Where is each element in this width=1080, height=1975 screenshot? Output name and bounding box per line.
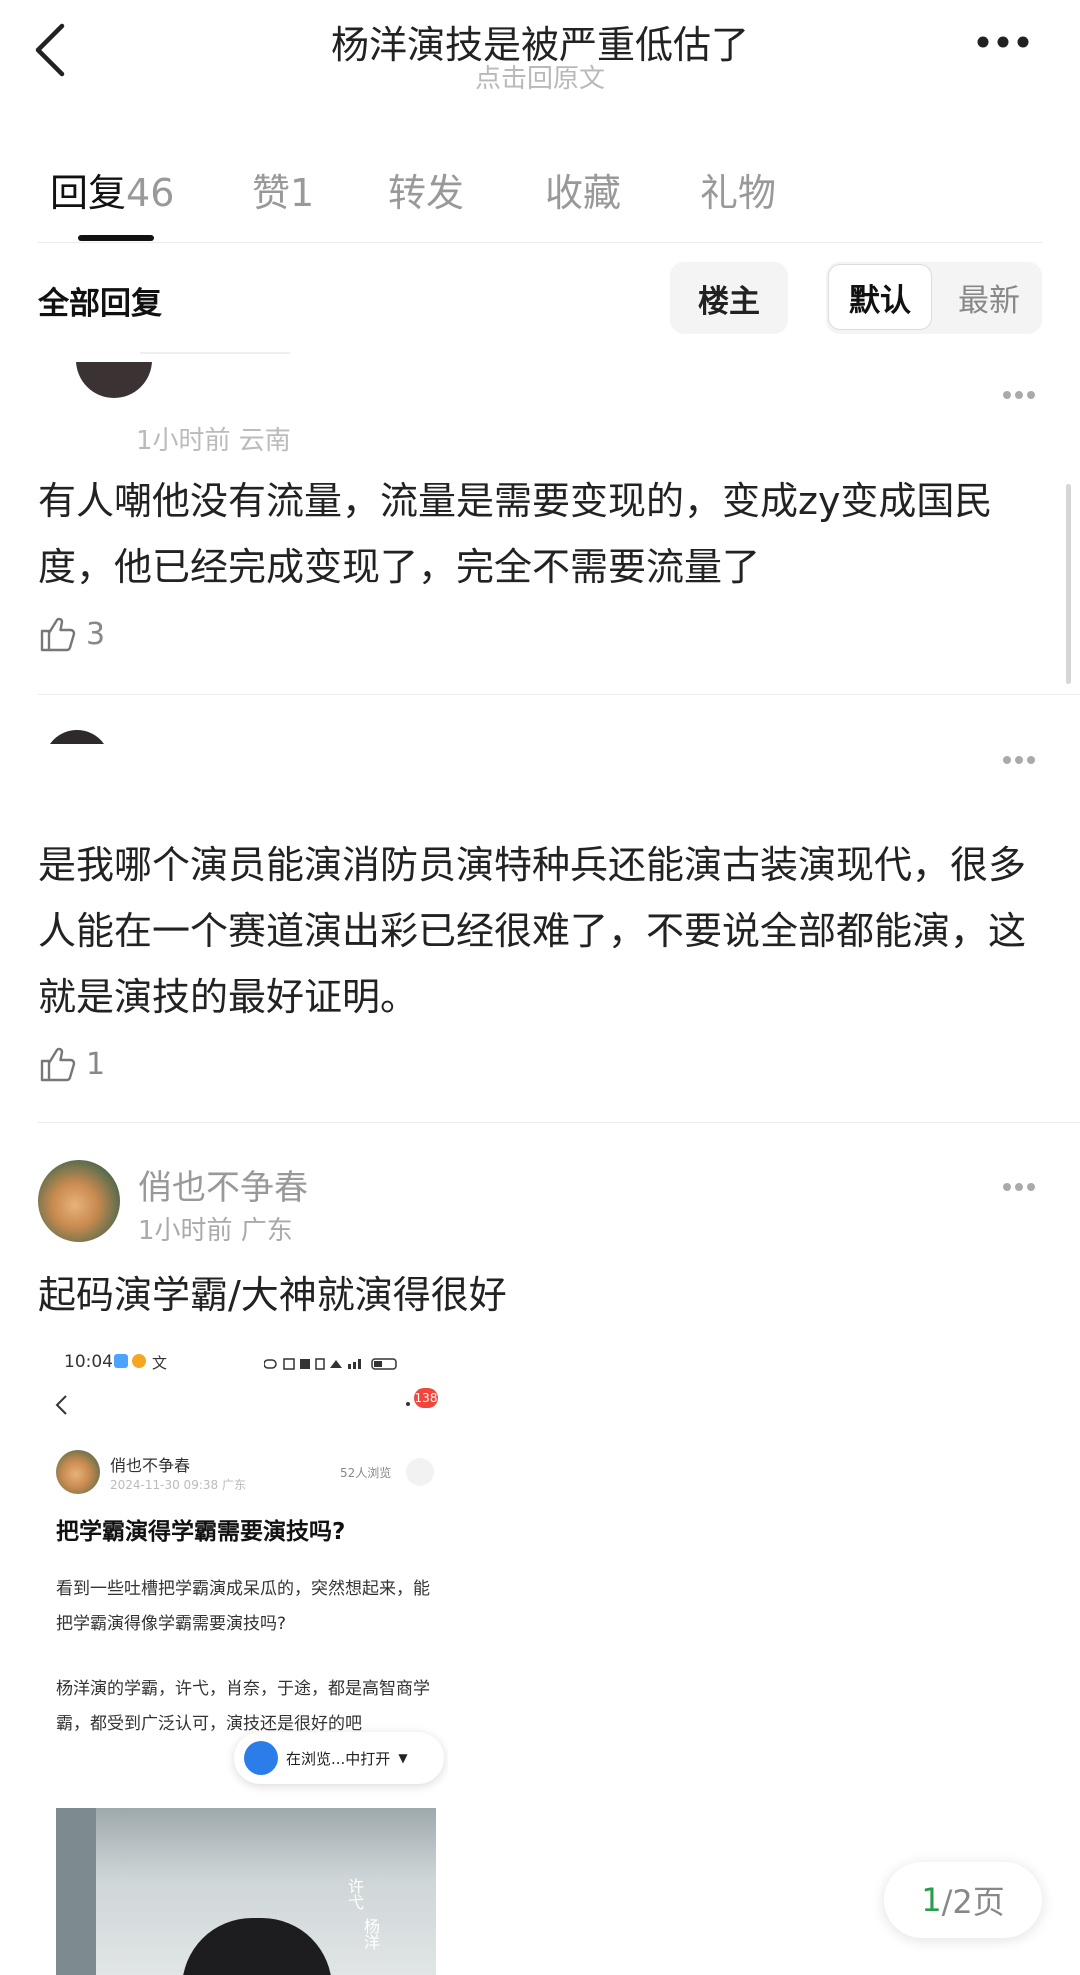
comment-2-like-count: 1: [86, 1046, 106, 1082]
comment-3-username[interactable]: 俏也不争春: [138, 1160, 308, 1209]
divider: [38, 694, 1080, 695]
back-to-original-link[interactable]: 点击回原文: [0, 58, 1080, 95]
tab-likes-label: 赞: [252, 171, 291, 215]
avatar[interactable]: [76, 362, 152, 398]
page-indicator[interactable]: 1/2页: [884, 1862, 1042, 1938]
comment-2-like-button[interactable]: 1: [38, 1044, 105, 1084]
app-icon: [114, 1354, 128, 1368]
scrollbar[interactable]: [1066, 484, 1071, 684]
comment-3-text: 起码演学霸/大神就演得很好: [38, 1273, 507, 1317]
thumbs-up-icon: [40, 617, 76, 652]
edit-icon: [406, 1458, 434, 1486]
more-icon: [977, 36, 1029, 48]
op-only-button[interactable]: 楼主: [670, 262, 788, 334]
tab-favorites[interactable]: 收藏: [545, 162, 621, 217]
embed-photo: 许弋 杨洋: [56, 1808, 436, 1975]
photo-window-frame: [56, 1808, 96, 1975]
all-replies-heading: 全部回复: [38, 286, 162, 322]
tab-replies[interactable]: 回复46: [50, 162, 174, 217]
embed-status-time: 10:04: [64, 1352, 113, 1372]
comment-meta: 1小时前 云南: [136, 426, 291, 456]
page-total: /2页: [941, 1883, 1005, 1921]
comment-3-attached-image[interactable]: 10:04 文 138 俏也不争春 2024-11-30 09:38 广东 52…: [38, 1340, 448, 1975]
comment-3-meta: 1小时前 广东: [138, 1216, 293, 1246]
embed-status-icon-text: 文: [152, 1354, 168, 1372]
tab-likes[interactable]: 赞1: [252, 162, 314, 217]
tab-active-indicator: [78, 235, 154, 241]
tab-replies-count: 46: [126, 171, 175, 215]
divider: [38, 1122, 1080, 1123]
embed-username: 俏也不争春: [110, 1456, 191, 1475]
comment-1-text: 有人嘲他没有流量，流量是需要变现的，变成zy变成国民度，他已经完成变现了，完全不…: [38, 479, 993, 589]
comment-1-like-count: 3: [86, 616, 106, 652]
divider: [38, 242, 1042, 243]
comment-3-more-button[interactable]: [1003, 1176, 1043, 1191]
thumbs-up-icon: [40, 1047, 76, 1082]
comment-2-text: 是我哪个演员能演消防员演特种兵还能演古装演现代，很多人能在一个赛道演出彩已经很难…: [38, 843, 1027, 1019]
open-in-browser-prompt: 在浏览...中打开 ▼: [234, 1732, 444, 1784]
caret-down-icon: ▼: [398, 1751, 408, 1765]
browser-icon: [244, 1741, 278, 1775]
avatar[interactable]: [44, 730, 110, 744]
username-fragment: [140, 352, 290, 364]
open-in-browser-label: 在浏览...中打开: [286, 1749, 391, 1768]
more-options-button[interactable]: [975, 34, 1031, 53]
page-current: 1: [921, 1881, 942, 1919]
photo-person-hair: [182, 1918, 332, 1975]
photo-caption-2: 杨洋: [361, 1918, 380, 1950]
sort-default-button[interactable]: 默认: [828, 264, 932, 330]
more-icon: [406, 1402, 410, 1406]
comment-1-like-button[interactable]: 3: [38, 614, 105, 654]
avatar: [56, 1450, 100, 1494]
photo-caption-1: 许弋: [345, 1878, 364, 1910]
tab-reposts[interactable]: 转发: [388, 162, 464, 217]
tab-replies-label: 回复: [50, 171, 127, 215]
notification-badge: 138: [414, 1388, 438, 1408]
comment-1-header: 1小时前 云南: [38, 362, 1048, 462]
tab-likes-count: 1: [290, 171, 315, 215]
embed-meta: 2024-11-30 09:38 广东: [110, 1478, 246, 1492]
embed-views: 52人浏览: [340, 1466, 392, 1480]
embed-post-title: 把学霸演得学霸需要演技吗?: [56, 1519, 346, 1545]
avatar[interactable]: [38, 1160, 120, 1242]
sort-latest-button[interactable]: 最新: [940, 264, 1038, 330]
tab-gifts[interactable]: 礼物: [700, 162, 776, 217]
embed-paragraph-1: 看到一些吐槽把学霸演成呆瓜的，突然想起来，能把学霸演得像学霸需要演技吗?: [56, 1579, 430, 1634]
app-icon: [132, 1354, 146, 1368]
comment-2-more-button[interactable]: [1003, 749, 1043, 764]
chevron-left-icon: [55, 1395, 67, 1415]
comment-1-more-button[interactable]: [1003, 384, 1043, 399]
status-bar-icons: [263, 1355, 414, 1370]
signal-battery-icon: [263, 1358, 397, 1370]
